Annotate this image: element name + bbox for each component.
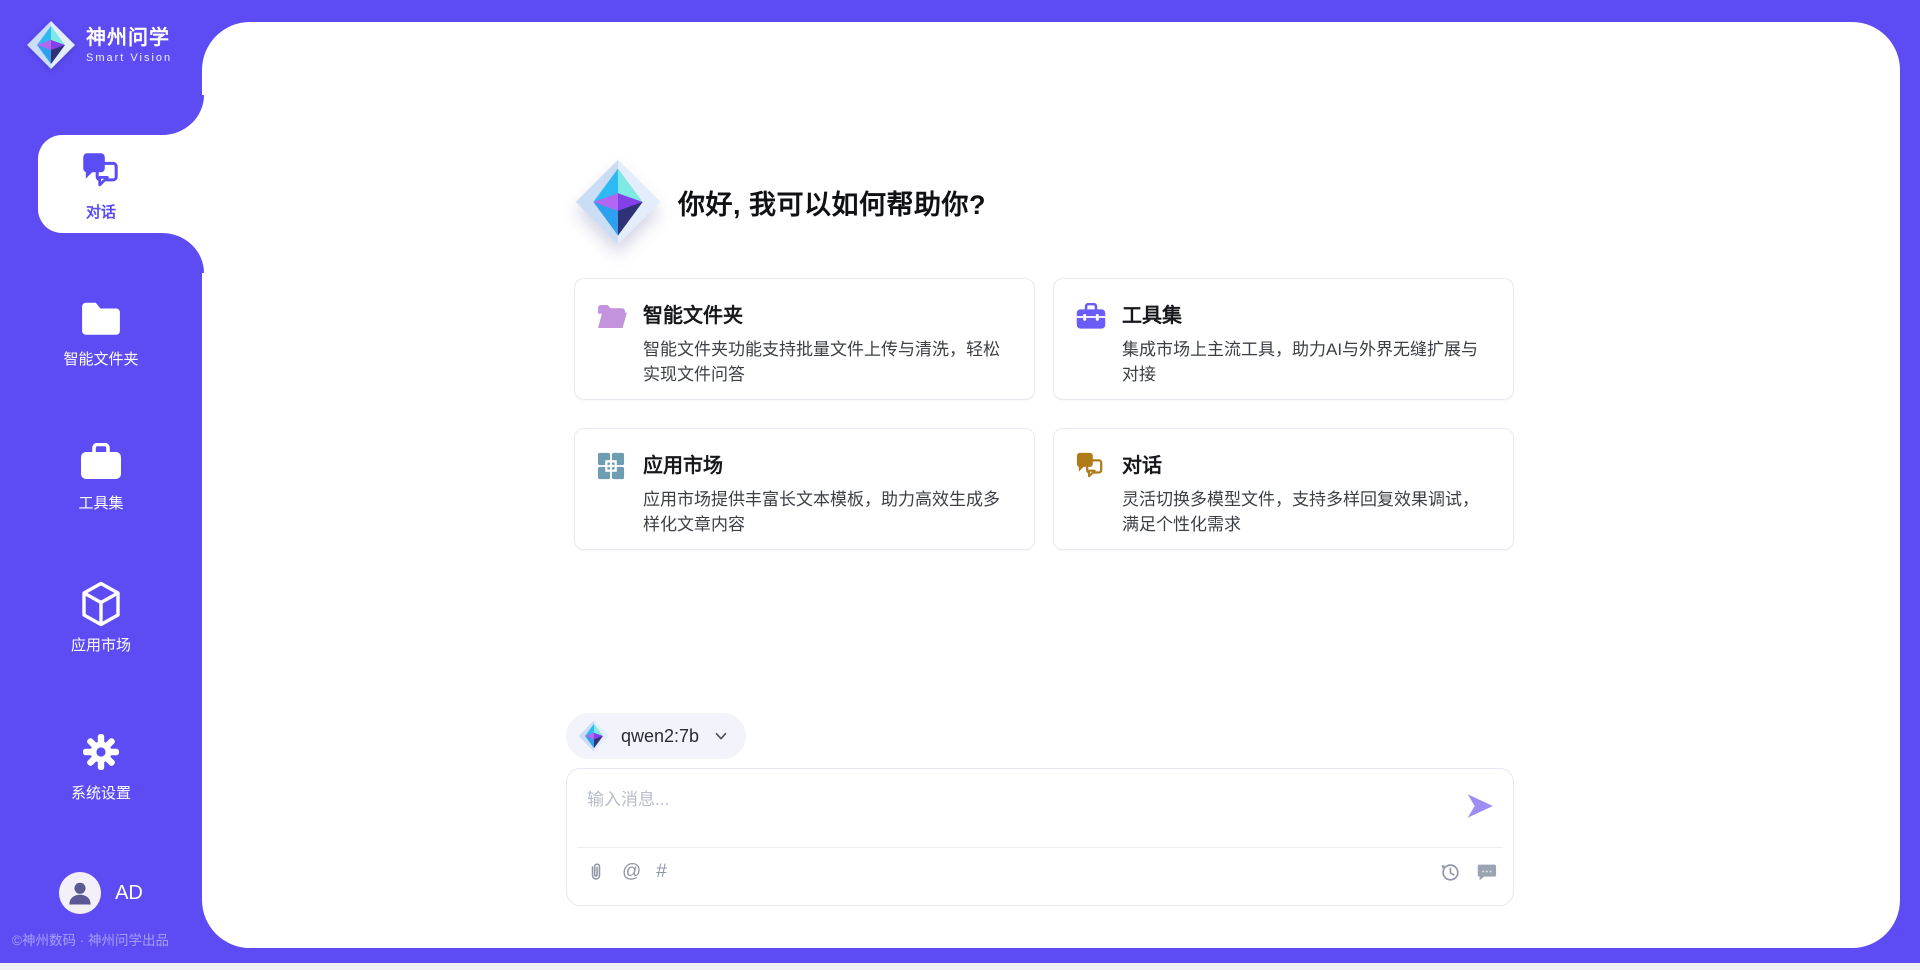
diamond-logo-icon — [578, 720, 610, 752]
avatar — [59, 872, 101, 914]
toolbox-icon — [80, 441, 122, 483]
sidebar-item-toolset[interactable]: 工具集 — [0, 441, 202, 513]
feature-cards: 智能文件夹 智能文件夹功能支持批量文件上传与清洗，轻松实现文件问答 工具集 集成… — [574, 278, 1514, 550]
grid-icon — [597, 451, 629, 481]
main-panel: 你好, 我可以如何帮助你? 智能文件夹 智能文件夹功能支持批量文件上传与清洗，轻… — [202, 22, 1900, 948]
mention-icon[interactable]: @ — [622, 861, 641, 883]
copyright-text: ©神州数码 · 神州问学出品 — [12, 929, 202, 949]
sidebar-item-app-market[interactable]: 应用市场 — [0, 583, 202, 655]
model-selector-value: qwen2:7b — [621, 726, 699, 747]
card-title: 智能文件夹 — [643, 301, 1010, 331]
card-description: 应用市场提供丰富长文本模板，助力高效生成多样化文章内容 — [643, 487, 1015, 537]
app-diamond-logo-icon — [574, 158, 662, 246]
hashtag-icon[interactable]: # — [656, 861, 667, 883]
history-icon[interactable] — [1439, 861, 1461, 883]
model-selector[interactable]: qwen2:7b — [566, 713, 746, 759]
message-composer: @ # — [566, 768, 1514, 906]
sidebar-item-label: 应用市场 — [71, 634, 131, 655]
greeting-block: 你好, 我可以如何帮助你? — [574, 158, 986, 246]
card-description: 灵活切换多模型文件，支持多样回复效果调试，满足个性化需求 — [1122, 487, 1494, 537]
brand-subtitle: Smart Vision — [86, 52, 172, 64]
message-input[interactable] — [587, 785, 1427, 841]
sidebar-item-label: 系统设置 — [71, 782, 131, 803]
toolbox-icon — [1076, 301, 1108, 331]
chevron-down-icon — [712, 727, 730, 745]
sidebar-item-smart-folder[interactable]: 智能文件夹 — [0, 297, 202, 369]
folder-icon — [80, 297, 122, 339]
card-toolset[interactable]: 工具集 集成市场上主流工具，助力AI与外界无缝扩展与对接 — [1053, 278, 1514, 400]
chat-square-icon[interactable] — [1475, 861, 1497, 883]
user-profile[interactable]: AD — [0, 872, 202, 914]
composer-divider — [577, 847, 1503, 848]
person-icon — [63, 876, 97, 910]
sidebar-item-label: 对话 — [86, 201, 116, 222]
brand-logo[interactable]: 神州问学 Smart Vision — [26, 20, 172, 70]
chat-bubbles-icon — [1076, 451, 1108, 481]
card-description: 集成市场上主流工具，助力AI与外界无缝扩展与对接 — [1122, 337, 1494, 387]
sidebar-item-chat[interactable]: 对话 — [0, 150, 202, 222]
attachment-icon[interactable] — [585, 861, 607, 883]
greeting-title: 你好, 我可以如何帮助你? — [678, 183, 986, 222]
sidebar-item-settings[interactable]: 系统设置 — [0, 731, 202, 803]
cube-icon — [80, 583, 122, 625]
card-title: 应用市场 — [643, 451, 1010, 481]
brand-title: 神州问学 — [86, 26, 172, 50]
gear-icon — [80, 731, 122, 773]
folder-open-icon — [597, 301, 629, 331]
card-chat[interactable]: 对话 灵活切换多模型文件，支持多样回复效果调试，满足个性化需求 — [1053, 428, 1514, 550]
user-name: AD — [115, 882, 143, 905]
card-title: 对话 — [1122, 451, 1489, 481]
card-description: 智能文件夹功能支持批量文件上传与清洗，轻松实现文件问答 — [643, 337, 1015, 387]
card-smart-folder[interactable]: 智能文件夹 智能文件夹功能支持批量文件上传与清洗，轻松实现文件问答 — [574, 278, 1035, 400]
card-title: 工具集 — [1122, 301, 1489, 331]
diamond-logo-icon — [26, 20, 76, 70]
window-bottom-edge — [0, 963, 1920, 970]
sidebar-item-label: 工具集 — [78, 492, 123, 513]
sidebar-item-label: 智能文件夹 — [63, 348, 138, 369]
sidebar: 神州问学 Smart Vision 对话 智能文件夹 工具集 应用市场 系统设置 — [0, 0, 202, 970]
chat-bubbles-icon — [80, 150, 122, 192]
send-icon[interactable] — [1465, 791, 1495, 821]
card-app-market[interactable]: 应用市场 应用市场提供丰富长文本模板，助力高效生成多样化文章内容 — [574, 428, 1035, 550]
